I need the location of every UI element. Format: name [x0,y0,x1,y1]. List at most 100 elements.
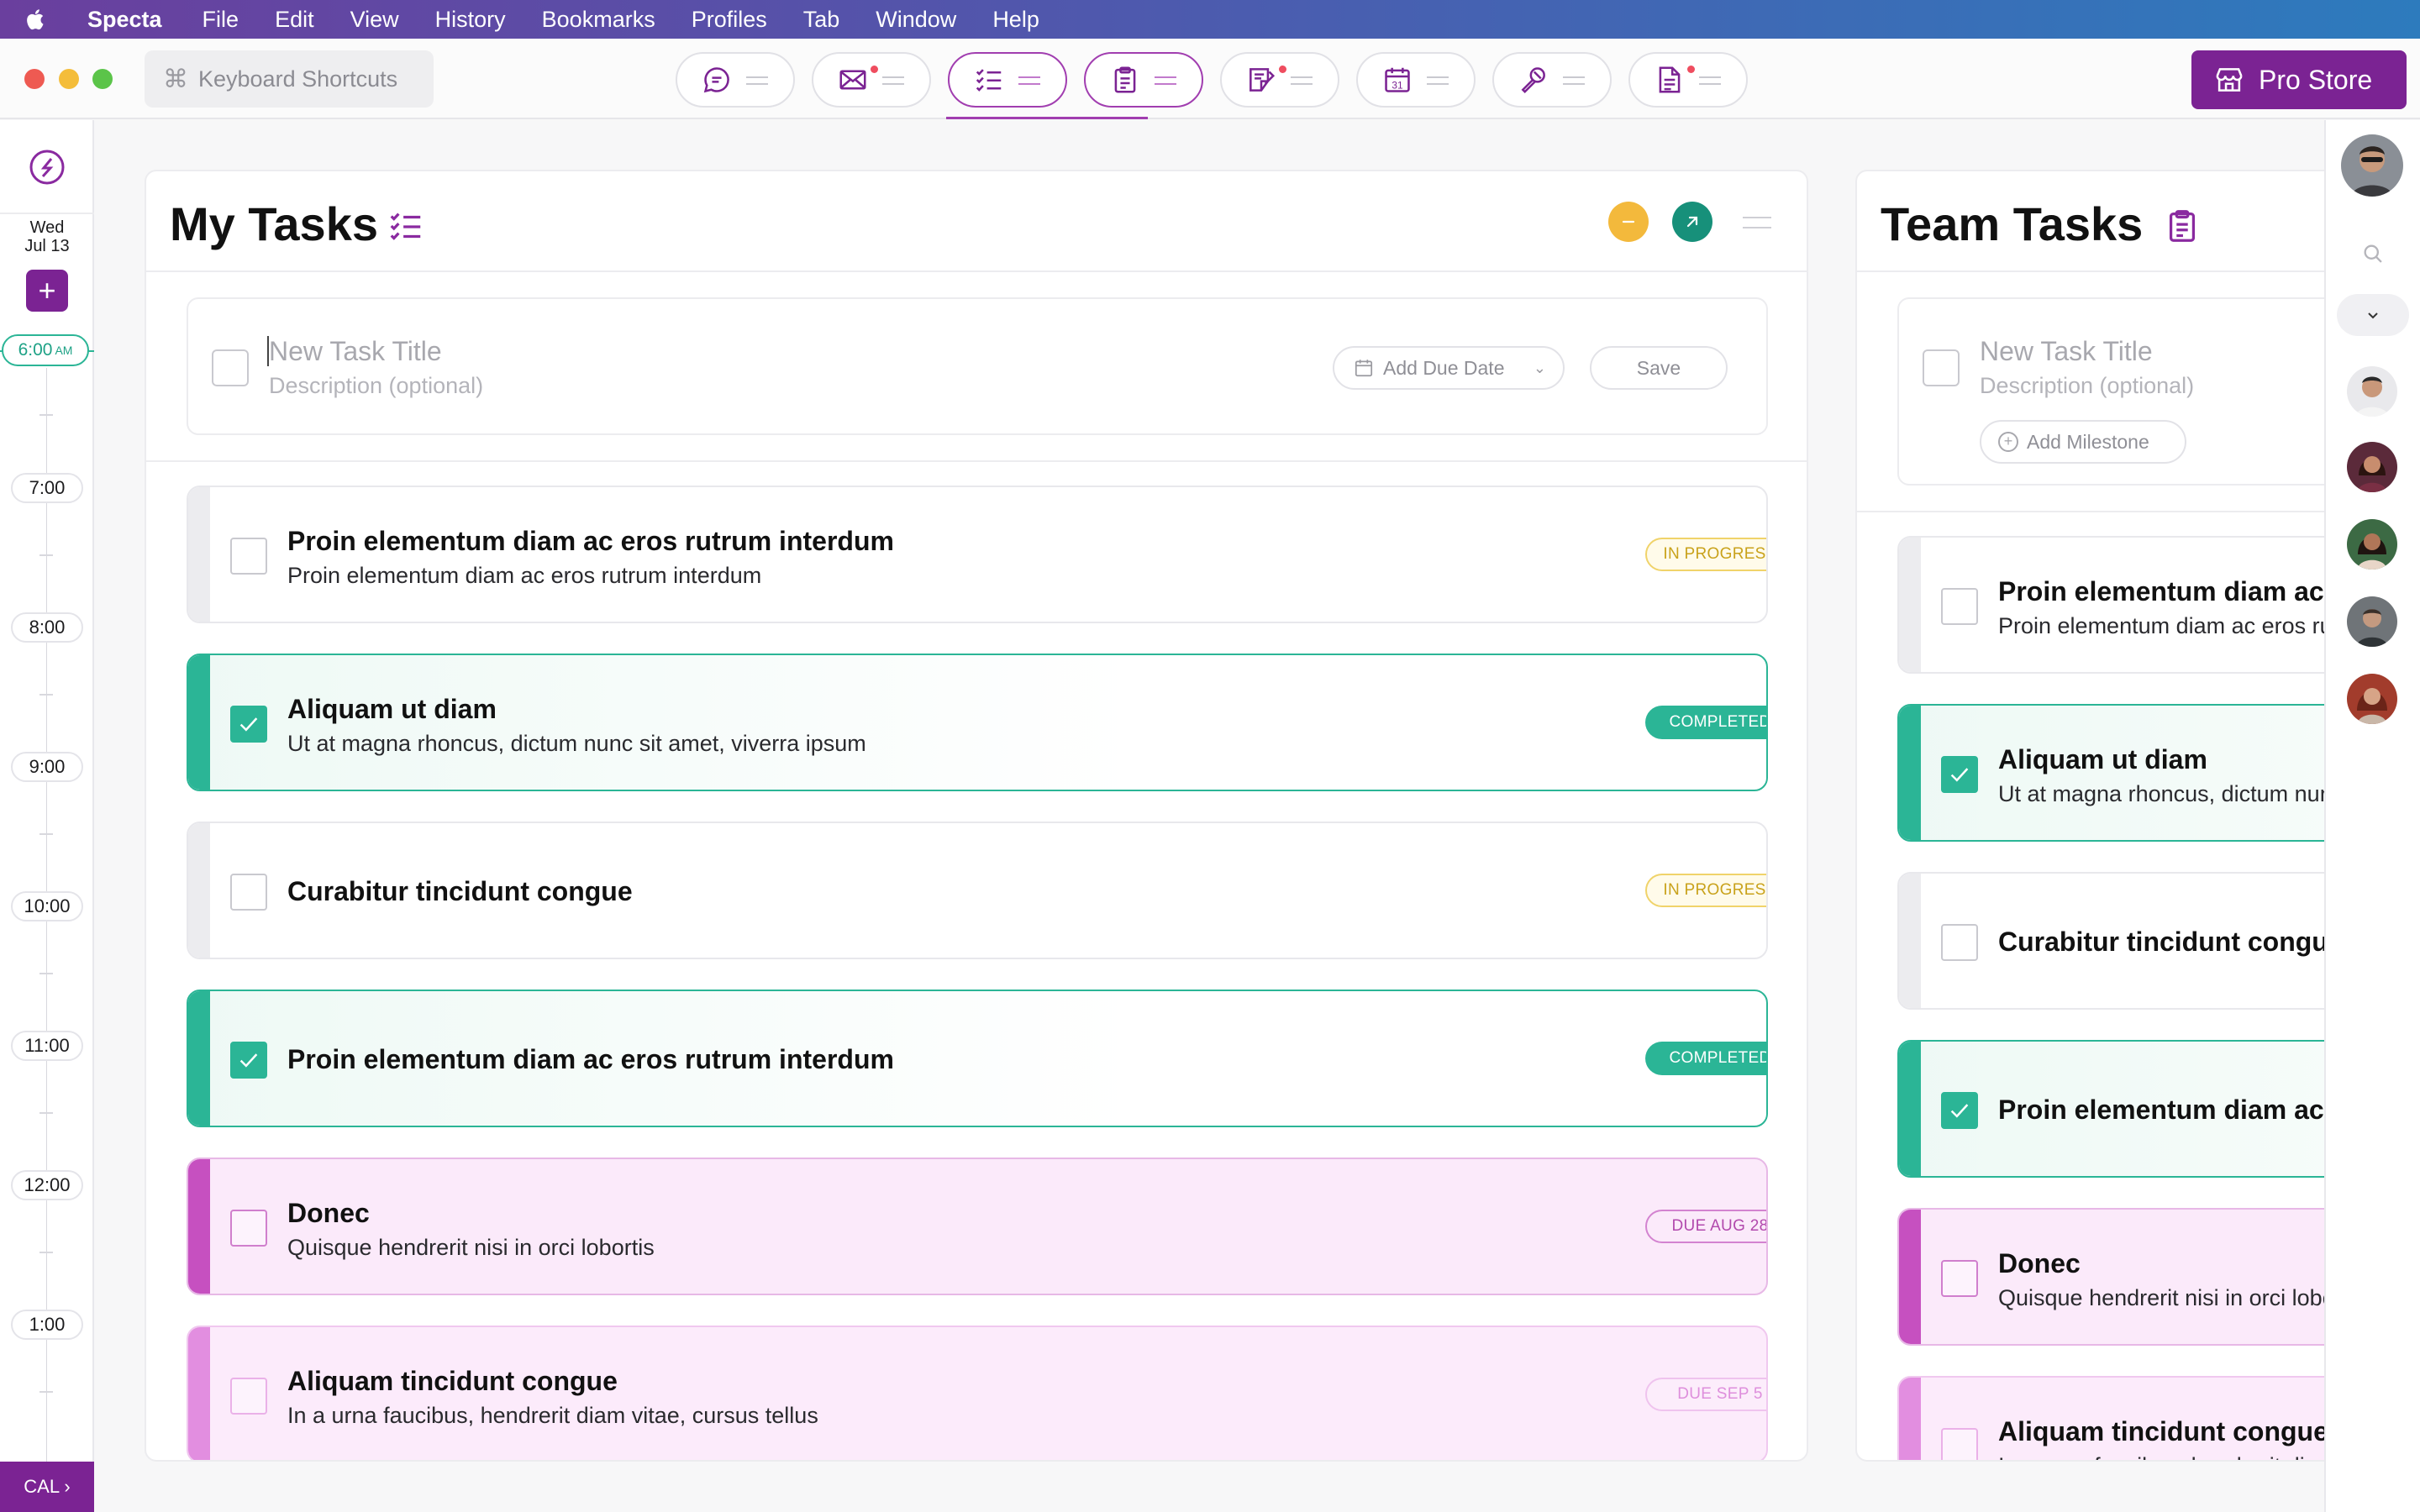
rail-divider [0,213,94,214]
task-row[interactable]: Aliquam tincidunt congue In a urna fauci… [187,1326,1768,1460]
task-description: Quisque hendrerit nisi in orci lobortis [287,1235,655,1260]
checklist-icon [976,69,1002,92]
hour-13[interactable]: 1:00 [11,1310,83,1340]
notification-dot [871,66,878,73]
menu-file[interactable]: File [203,7,239,33]
team-member-avatar[interactable] [2347,366,2397,417]
task-checkbox[interactable] [230,874,267,911]
task-status-stripe [188,1327,210,1460]
menu-profiles[interactable]: Profiles [692,7,767,33]
team-task-title-input[interactable]: New Task Title [1980,336,2153,367]
menu-app[interactable]: Specta [87,7,162,33]
menu-bookmarks[interactable]: Bookmarks [542,7,655,33]
task-checkbox[interactable] [1941,1428,1978,1460]
new-task-checkbox[interactable] [212,349,249,386]
add-milestone-button[interactable]: + Add Milestone [1980,420,2186,464]
menu-help[interactable]: Help [992,7,1039,33]
tab-grip-icon[interactable] [1018,76,1040,85]
team-task-description-input[interactable]: Description (optional) [1980,373,2194,399]
tab-documents[interactable] [1628,52,1748,108]
minimize-window-button[interactable] [59,69,79,89]
task-status-stripe [188,655,210,790]
compass-logo-icon[interactable] [27,147,67,187]
new-task-title-input[interactable]: New Task Title [269,336,442,367]
task-row[interactable]: Curabitur tincidunt congue IN PROGRESS [187,822,1768,959]
apple-icon[interactable] [24,5,52,34]
task-row[interactable]: Donec Quisque hendrerit nisi in orci lob… [187,1158,1768,1295]
team-member-avatar[interactable] [2347,519,2397,570]
tab-my-tasks[interactable] [948,52,1067,108]
pro-store-button[interactable]: Pro Store [2191,50,2407,109]
save-task-button[interactable]: Save [1590,346,1728,390]
team-member-avatar[interactable] [2347,596,2397,647]
task-checkbox[interactable] [230,538,267,575]
tab-grip-icon[interactable] [1155,76,1176,85]
tab-grip-icon[interactable] [1291,76,1313,85]
task-status-stripe [188,1159,210,1294]
tab-grip-icon[interactable] [1563,76,1585,85]
hour-10[interactable]: 10:00 [11,891,83,921]
tab-grip-icon[interactable] [1427,76,1449,85]
my-tasks-title: My Tasks [170,197,378,250]
tab-grip-icon[interactable] [1699,76,1721,85]
user-avatar[interactable] [2341,134,2403,197]
menu-view[interactable]: View [350,7,399,33]
collapse-people-button[interactable] [2337,294,2409,336]
chevron-down-icon [2368,312,2378,319]
tab-calendar[interactable]: 31 [1356,52,1476,108]
store-icon [2216,68,2243,92]
hour-11[interactable]: 11:00 [11,1031,83,1061]
keyboard-shortcuts-button[interactable]: ⌘ Keyboard Shortcuts [145,50,434,108]
task-checkbox[interactable] [230,1210,267,1247]
chevron-down-icon: ⌄ [1533,360,1546,376]
team-member-avatar[interactable] [2347,674,2397,724]
tab-grip-icon[interactable] [746,76,768,85]
task-description: In a urna faucibus, hendrerit diam vitae… [287,1403,818,1428]
current-date: Wed Jul 13 [0,215,94,255]
panel-grip-icon[interactable] [1743,217,1771,228]
task-checkbox-checked[interactable] [230,1042,267,1079]
task-checkbox[interactable] [1941,588,1978,625]
hour-8[interactable]: 8:00 [11,612,83,643]
tab-mail[interactable] [812,52,931,108]
tab-voice[interactable] [1492,52,1612,108]
tab-grip-icon[interactable] [882,76,904,85]
menu-history[interactable]: History [435,7,506,33]
new-task-description-input[interactable]: Description (optional) [269,373,483,399]
task-row[interactable]: Proin elementum diam ac eros rutrum inte… [187,990,1768,1127]
task-checkbox-checked[interactable] [1941,1092,1978,1129]
status-badge: IN PROGRESS [1645,874,1766,907]
new-task-checkbox[interactable] [1923,349,1960,386]
team-member-avatar[interactable] [2347,442,2397,492]
search-icon[interactable] [2361,242,2385,265]
menu-edit[interactable]: Edit [275,7,314,33]
timeline-tick [39,973,53,974]
minimize-panel-button[interactable] [1608,202,1649,242]
calendar-toggle-button[interactable]: CAL › [0,1462,94,1512]
menu-tab[interactable]: Tab [803,7,840,33]
hour-9[interactable]: 9:00 [11,752,83,782]
my-tasks-header: My Tasks [146,171,1807,272]
task-checkbox-checked[interactable] [230,706,267,743]
note-icon [1249,68,1276,92]
add-event-button[interactable]: + [26,270,68,312]
task-title: Aliquam ut diam [287,694,497,724]
task-row[interactable]: Proin elementum diam ac eros rutrum inte… [187,486,1768,623]
task-checkbox[interactable] [1941,924,1978,961]
task-row[interactable]: Aliquam ut diam Ut at magna rhoncus, dic… [187,654,1768,791]
close-window-button[interactable] [24,69,45,89]
menu-window[interactable]: Window [876,7,956,33]
task-title: Curabitur tincidunt congue [287,876,633,906]
tab-chat[interactable] [676,52,795,108]
tab-team-tasks[interactable] [1084,52,1203,108]
tab-notes[interactable] [1220,52,1339,108]
hour-12[interactable]: 12:00 [11,1170,83,1200]
expand-panel-button[interactable] [1672,202,1712,242]
task-checkbox-checked[interactable] [1941,756,1978,793]
task-checkbox[interactable] [230,1378,267,1415]
add-due-date-button[interactable]: Add Due Date ⌄ [1333,346,1565,390]
zoom-window-button[interactable] [92,69,113,89]
arrow-up-right-icon [1686,216,1698,228]
task-checkbox[interactable] [1941,1260,1978,1297]
hour-7[interactable]: 7:00 [11,473,83,503]
